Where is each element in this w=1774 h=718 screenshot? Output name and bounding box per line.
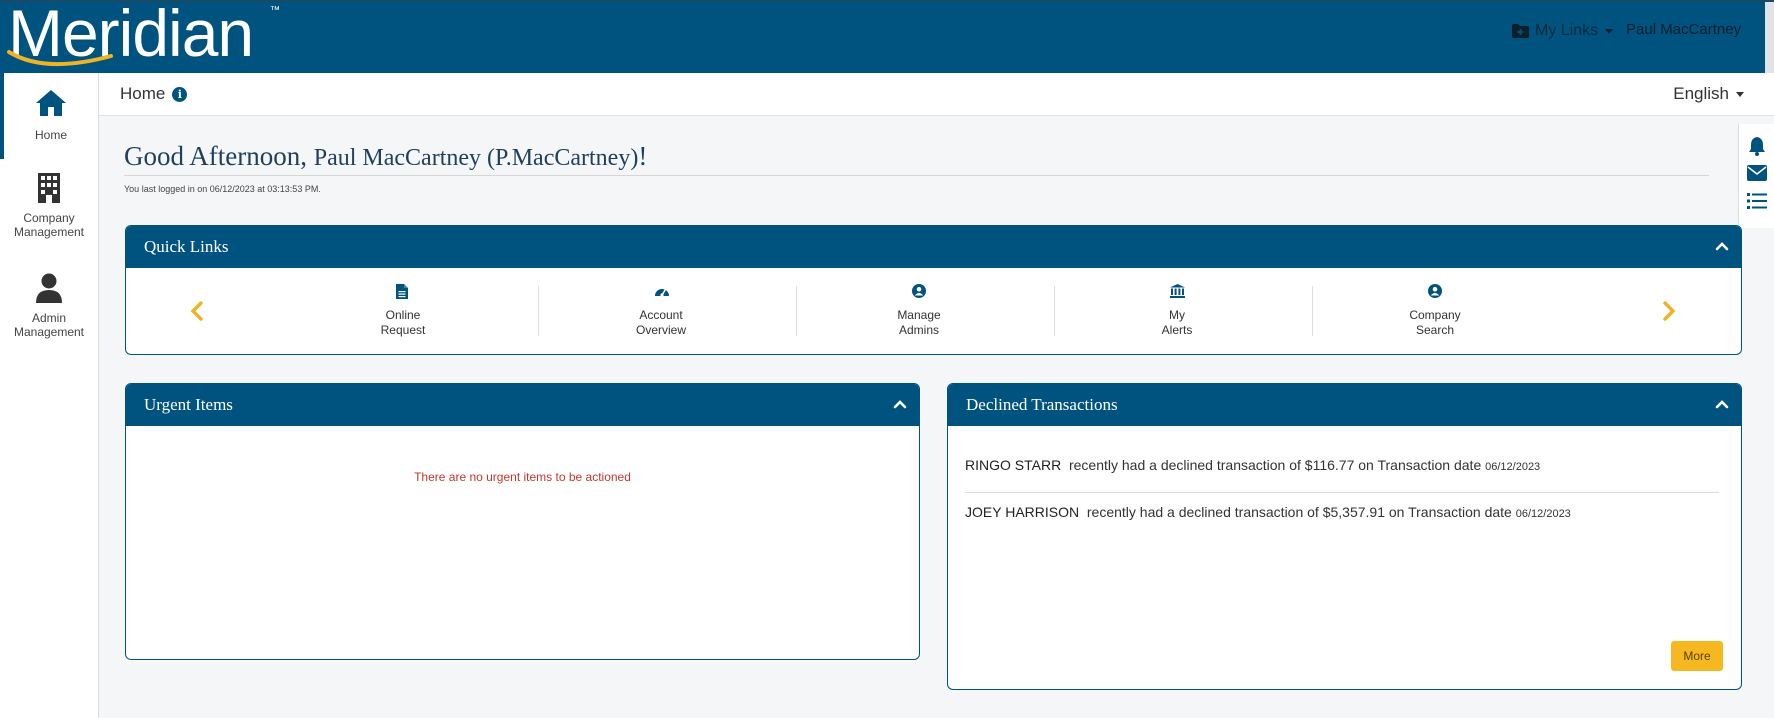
greeting-name: Paul MacCartney (P.MacCartney) — [313, 145, 639, 171]
right-rail — [1738, 124, 1774, 228]
more-button[interactable]: More — [1671, 641, 1723, 671]
sidebar: Home Company Management Admin Management — [0, 73, 99, 718]
user-name-menu[interactable]: Paul MacCartney — [1626, 21, 1741, 38]
greeting-prefix: Good Afternoon, — [124, 141, 307, 171]
urgent-items-empty-message: There are no urgent items to be actioned — [414, 470, 631, 484]
user-circle-icon — [912, 284, 926, 298]
quick-link-manage-admins[interactable]: Manage Admins — [790, 268, 1048, 354]
sidebar-item-label: Company Management — [13, 211, 85, 239]
urgent-items-title: Urgent Items — [144, 395, 233, 414]
info-icon[interactable]: i — [172, 86, 188, 102]
quick-links-title: Quick Links — [144, 237, 229, 256]
quick-link-label: My Alerts — [1161, 308, 1193, 337]
quick-link-company-search[interactable]: Company Search — [1306, 268, 1564, 354]
quick-link-label: Manage Admins — [897, 308, 941, 337]
transaction-text: recently had a declined transaction of $… — [1086, 504, 1512, 520]
quick-link-my-alerts[interactable]: My Alerts — [1048, 268, 1306, 354]
building-icon — [38, 173, 60, 203]
chevron-up-icon[interactable] — [893, 397, 907, 411]
sidebar-item-admin-management[interactable]: Admin Management — [0, 273, 98, 353]
logo-trademark: ™ — [270, 5, 280, 16]
list-icon[interactable] — [1747, 192, 1767, 210]
document-icon — [396, 284, 408, 299]
chevron-up-icon[interactable] — [1715, 397, 1729, 411]
transaction-date: 06/12/2023 — [1515, 508, 1571, 520]
list-item: JOEY HARRISON recently had a declined tr… — [965, 504, 1719, 520]
transaction-text: recently had a declined transaction of $… — [1068, 457, 1482, 473]
chevron-down-icon — [1605, 28, 1614, 34]
chevron-left-icon[interactable] — [190, 301, 204, 321]
topbar-edge — [1765, 2, 1774, 75]
breadcrumb: Home i — [120, 84, 188, 104]
chevron-down-icon — [1736, 91, 1744, 97]
bank-icon — [1170, 284, 1185, 298]
transaction-name: JOEY HARRISON — [965, 504, 1080, 520]
logo-swoosh-icon — [7, 50, 113, 67]
transaction-name: RINGO STARR — [965, 457, 1062, 473]
person-icon — [36, 273, 62, 303]
language-selector[interactable]: English — [1673, 84, 1744, 104]
home-icon — [36, 90, 66, 116]
sidebar-item-company-management[interactable]: Company Management — [0, 173, 98, 253]
sidebar-item-home[interactable]: Home — [0, 73, 98, 159]
chevron-right-icon[interactable] — [1662, 301, 1676, 321]
folder-plus-icon — [1512, 24, 1529, 38]
list-item: RINGO STARR recently had a declined tran… — [965, 457, 1719, 473]
breadcrumb-bar: Home i English — [99, 73, 1774, 116]
quick-link-account-overview[interactable]: Account Overview — [532, 268, 790, 354]
quick-link-label: Account Overview — [635, 308, 686, 337]
quick-link-online-request[interactable]: Online Request — [274, 268, 532, 354]
quick-links-body: Online Request Account Overview Manage Admi… — [126, 268, 1741, 354]
bell-icon[interactable] — [1747, 136, 1767, 156]
sidebar-item-label: Admin Management — [13, 311, 85, 339]
greeting-suffix: ! — [638, 141, 648, 171]
quick-links-panel: Quick Links Online Request Account Overvie… — [125, 225, 1742, 355]
declined-transactions-title: Declined Transactions — [966, 395, 1118, 414]
quick-link-label: Online Request — [380, 308, 426, 337]
top-bar: Meridian ™ My Links Paul MacCartney — [0, 0, 1774, 75]
speedometer-icon — [655, 288, 669, 297]
sidebar-item-label: Home — [34, 128, 67, 142]
divider — [965, 492, 1719, 493]
envelope-icon[interactable] — [1747, 165, 1767, 181]
page-title: Good Afternoon, Paul MacCartney (P.MacCa… — [124, 141, 647, 172]
declined-transactions-header: Declined Transactions — [948, 384, 1741, 426]
urgent-items-header: Urgent Items — [126, 384, 919, 426]
chevron-up-icon[interactable] — [1715, 239, 1729, 253]
my-links-menu[interactable]: My Links — [1512, 20, 1614, 42]
transaction-date: 06/12/2023 — [1485, 461, 1541, 473]
breadcrumb-home[interactable]: Home — [120, 84, 165, 104]
divider — [124, 175, 1709, 176]
language-label: English — [1673, 84, 1729, 103]
user-circle-icon — [1428, 284, 1442, 298]
quick-links-header: Quick Links — [126, 226, 1741, 268]
urgent-items-panel: Urgent Items There are no urgent items t… — [125, 383, 920, 660]
declined-transactions-panel: Declined Transactions RINGO STARR recent… — [947, 383, 1742, 690]
quick-link-label: Company Search — [1409, 308, 1461, 337]
last-login-text: You last logged in on 06/12/2023 at 03:1… — [124, 184, 321, 194]
my-links-label: My Links — [1535, 22, 1599, 39]
